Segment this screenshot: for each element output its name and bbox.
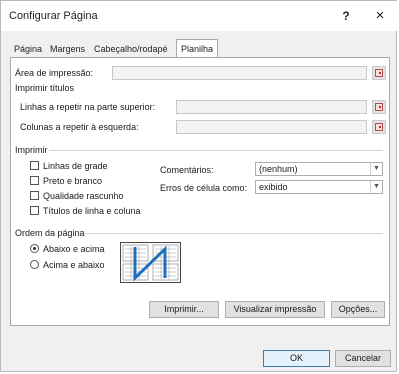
tab-header-footer[interactable]: Cabeçalho/rodapé xyxy=(90,42,172,57)
range-select-icon xyxy=(375,123,383,131)
print-area-field[interactable] xyxy=(112,66,367,80)
print-area-label: Área de impressão: xyxy=(15,68,94,78)
cell-errors-select[interactable]: exibido ▼ xyxy=(255,180,383,194)
page-order-diagram-icon xyxy=(122,244,179,282)
comments-label: Comentários: xyxy=(160,165,214,175)
gridlines-label: Linhas de grade xyxy=(43,161,108,171)
page-setup-dialog: Configurar Página ? × Página Margens Cab… xyxy=(0,0,398,372)
comments-value: (nenhum) xyxy=(259,164,298,174)
cols-to-repeat-label: Colunas a repetir à esquerda: xyxy=(20,122,139,132)
comments-select[interactable]: (nenhum) ▼ xyxy=(255,162,383,176)
print-button[interactable]: Imprimir... xyxy=(149,301,219,318)
over-then-down-radio[interactable] xyxy=(30,260,39,269)
draft-quality-checkbox[interactable] xyxy=(30,191,39,200)
title-bar: Configurar Página ? × xyxy=(1,1,398,31)
chevron-down-icon: ▼ xyxy=(370,163,382,175)
row-col-headings-label: Títulos de linha e coluna xyxy=(43,206,141,216)
chevron-down-icon: ▼ xyxy=(370,181,382,193)
draft-quality-label: Qualidade rascunho xyxy=(43,191,124,201)
rows-collapse-button[interactable] xyxy=(372,100,386,114)
print-titles-heading: Imprimir títulos xyxy=(15,83,75,93)
print-preview-button[interactable]: Visualizar impressão xyxy=(225,301,325,318)
page-order-heading: Ordem da página xyxy=(15,228,85,238)
range-select-icon xyxy=(375,103,383,111)
rows-to-repeat-label: Linhas a repetir na parte superior: xyxy=(20,102,156,112)
down-then-over-radio[interactable] xyxy=(30,244,39,253)
cols-to-repeat-field[interactable] xyxy=(176,120,367,134)
rows-to-repeat-field[interactable] xyxy=(176,100,367,114)
page-order-preview-image xyxy=(120,242,181,283)
print-divider xyxy=(49,150,383,151)
tab-sheet[interactable]: Planilha xyxy=(176,39,219,58)
tab-margins[interactable]: Margens xyxy=(46,42,89,57)
close-button[interactable]: × xyxy=(369,7,391,25)
sheet-panel: Área de impressão: Imprimir títulos Linh… xyxy=(10,57,390,326)
dialog-title: Configurar Página xyxy=(9,10,98,22)
cell-errors-value: exibido xyxy=(259,182,288,192)
ok-button[interactable]: OK xyxy=(263,350,330,367)
down-then-over-label: Abaixo e acima xyxy=(43,244,105,254)
help-button[interactable]: ? xyxy=(336,7,356,25)
tab-page[interactable]: Página xyxy=(10,42,46,57)
cancel-button[interactable]: Cancelar xyxy=(335,350,391,367)
gridlines-checkbox[interactable] xyxy=(30,161,39,170)
row-col-headings-checkbox[interactable] xyxy=(30,206,39,215)
print-area-collapse-button[interactable] xyxy=(372,66,386,80)
page-order-divider xyxy=(85,233,383,234)
over-then-down-label: Acima e abaixo xyxy=(43,260,105,270)
black-white-checkbox[interactable] xyxy=(30,176,39,185)
cell-errors-label: Erros de célula como: xyxy=(160,183,248,193)
cols-collapse-button[interactable] xyxy=(372,120,386,134)
black-white-label: Preto e branco xyxy=(43,176,103,186)
print-heading: Imprimir xyxy=(15,145,48,155)
range-select-icon xyxy=(375,69,383,77)
options-button[interactable]: Opções... xyxy=(331,301,385,318)
